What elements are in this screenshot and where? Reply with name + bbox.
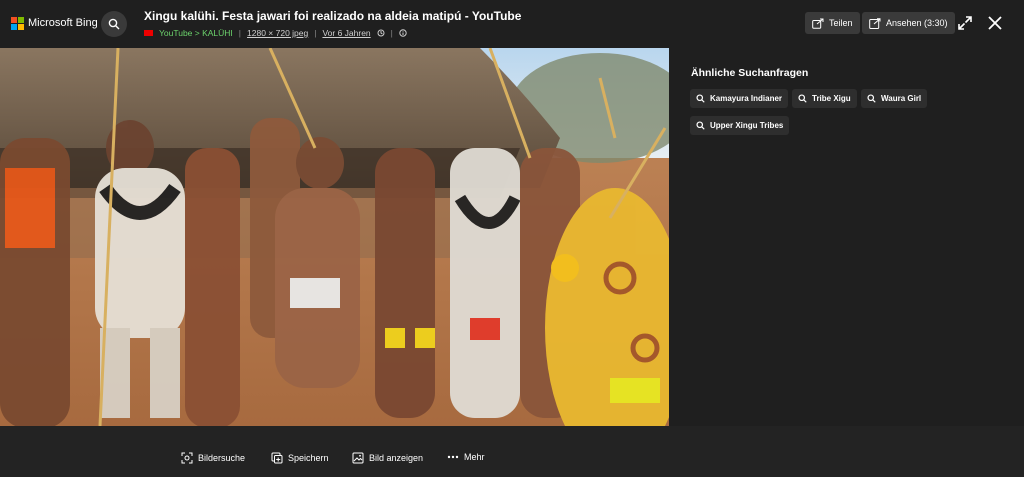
- ceremony-photo: [0, 48, 669, 426]
- save-button[interactable]: Speichern: [271, 452, 329, 464]
- watch-label: Ansehen (3:30): [886, 18, 948, 28]
- close-button[interactable]: [985, 13, 1005, 33]
- chip-label: Waura Girl: [881, 94, 922, 103]
- related-chip-upper-xingu[interactable]: Upper Xingu Tribes: [690, 116, 790, 135]
- view-image-label: Bild anzeigen: [369, 453, 424, 463]
- related-searches-title: Ähnliche Suchanfragen: [691, 67, 809, 79]
- source-link[interactable]: YouTube > KALÜHI: [159, 28, 233, 38]
- related-searches-panel: Ähnliche Suchanfragen Kamayura Indianer …: [669, 48, 1024, 426]
- separator: |: [314, 28, 317, 38]
- search-icon: [108, 18, 120, 30]
- search-icon: [696, 94, 705, 103]
- separator: |: [238, 28, 242, 38]
- more-button[interactable]: Mehr: [447, 452, 485, 462]
- dimensions-link[interactable]: 1280 × 720 jpeg: [247, 28, 308, 38]
- related-chip-waura-girl[interactable]: Waura Girl: [861, 89, 928, 108]
- brand-name: Microsoft Bing: [28, 17, 98, 29]
- share-icon: [812, 18, 824, 29]
- main-image[interactable]: [0, 48, 669, 426]
- image-actions-bar: Bildersuche Speichern Bild anzeigen Mehr: [0, 426, 1024, 477]
- page-title[interactable]: Xingu kalühi. Festa jawari foi realizado…: [144, 9, 521, 23]
- separator: |: [390, 28, 393, 38]
- microsoft-logo-icon: [11, 17, 24, 30]
- image-meta: YouTube > KALÜHI | 1280 × 720 jpeg | Vor…: [144, 28, 407, 38]
- visual-search-label: Bildersuche: [198, 453, 246, 463]
- age-link[interactable]: Vor 6 Jahren: [322, 28, 370, 38]
- image-icon: [352, 452, 364, 464]
- search-icon: [696, 121, 705, 130]
- open-external-icon: [869, 17, 881, 29]
- top-bar: Microsoft Bing Xingu kalühi. Festa jawar…: [0, 0, 1024, 48]
- share-button[interactable]: Teilen: [805, 12, 860, 34]
- chip-label: Upper Xingu Tribes: [710, 121, 784, 130]
- chip-label: Kamayura Indianer: [710, 94, 783, 103]
- search-icon: [867, 94, 876, 103]
- youtube-flag-icon: [144, 30, 153, 36]
- expand-button[interactable]: [955, 13, 975, 33]
- search-icon: [798, 94, 807, 103]
- close-icon: [988, 16, 1002, 30]
- save-icon: [271, 452, 283, 464]
- save-label: Speichern: [288, 453, 329, 463]
- history-icon: [377, 29, 385, 37]
- more-icon: [447, 455, 459, 459]
- share-label: Teilen: [829, 18, 853, 28]
- more-label: Mehr: [464, 452, 485, 462]
- expand-icon: [958, 16, 972, 30]
- related-chip-tribe-xigu[interactable]: Tribe Xigu: [792, 89, 857, 108]
- visual-search-icon: [181, 452, 193, 464]
- info-icon[interactable]: [399, 29, 407, 37]
- visual-search-button[interactable]: Bildersuche: [181, 452, 245, 464]
- related-chip-kamayura[interactable]: Kamayura Indianer: [690, 89, 789, 108]
- search-button[interactable]: [101, 11, 127, 37]
- watch-button[interactable]: Ansehen (3:30): [862, 12, 955, 34]
- bing-logo[interactable]: Microsoft Bing: [11, 17, 98, 30]
- chip-label: Tribe Xigu: [812, 94, 851, 103]
- view-image-button[interactable]: Bild anzeigen: [352, 452, 423, 464]
